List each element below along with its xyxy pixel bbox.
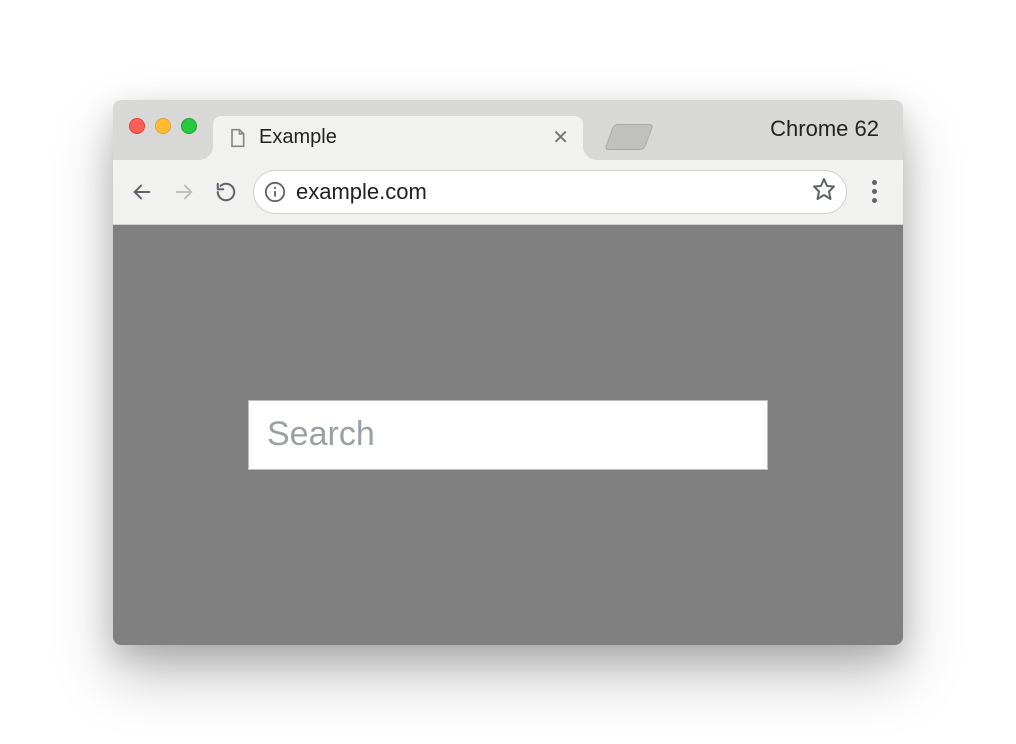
browser-tab[interactable]: Example ✕ bbox=[213, 116, 583, 160]
window-close-button[interactable] bbox=[129, 118, 145, 134]
bookmark-star-icon[interactable] bbox=[812, 177, 836, 206]
window-controls bbox=[129, 118, 197, 134]
titlebar: Example ✕ Chrome 62 bbox=[113, 100, 903, 160]
tab-title: Example bbox=[259, 126, 540, 149]
reload-button[interactable] bbox=[211, 177, 241, 207]
url-input[interactable] bbox=[296, 179, 802, 205]
forward-button[interactable] bbox=[169, 177, 199, 207]
tab-close-icon[interactable]: ✕ bbox=[552, 128, 569, 148]
search-input[interactable] bbox=[248, 400, 768, 470]
window-zoom-button[interactable] bbox=[181, 118, 197, 134]
browser-version-label: Chrome 62 bbox=[770, 116, 879, 142]
toolbar bbox=[113, 160, 903, 225]
browser-window: Example ✕ Chrome 62 bbox=[113, 100, 903, 645]
back-button[interactable] bbox=[127, 177, 157, 207]
dots-icon bbox=[872, 180, 877, 185]
page-content bbox=[113, 225, 903, 645]
menu-button[interactable] bbox=[859, 180, 889, 203]
page-icon bbox=[227, 127, 247, 149]
site-info-icon[interactable] bbox=[264, 181, 286, 203]
new-tab-button[interactable] bbox=[604, 124, 653, 150]
window-minimize-button[interactable] bbox=[155, 118, 171, 134]
address-bar[interactable] bbox=[253, 170, 847, 214]
